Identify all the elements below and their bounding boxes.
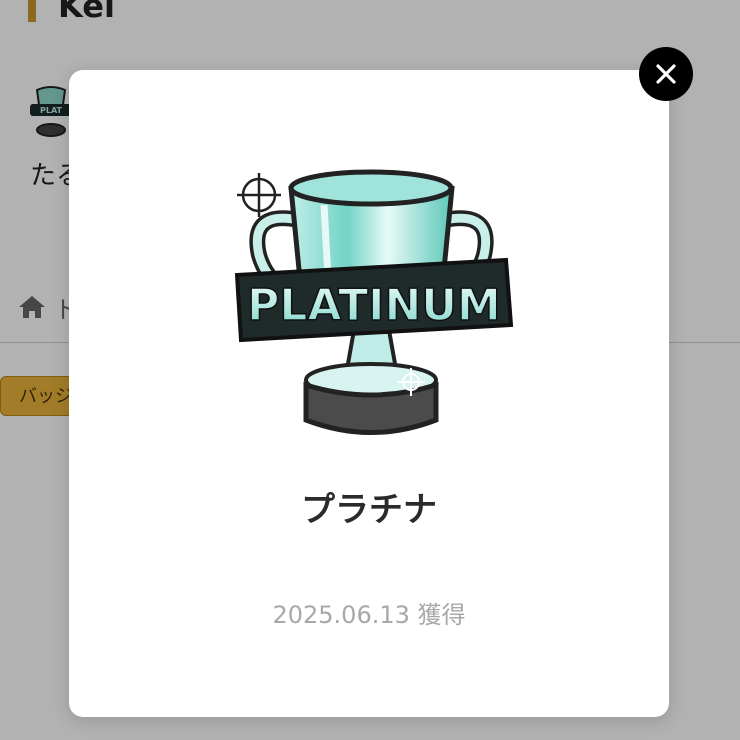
trophy-banner-text: PLATINUM [247, 280, 501, 331]
badge-modal: PLATINUM プラチナ 2025.06.13 獲得 [69, 70, 669, 717]
close-button[interactable] [639, 47, 693, 101]
close-icon [656, 64, 676, 84]
acquired-date: 2025.06.13 獲得 [272, 601, 466, 629]
platinum-trophy-icon: PLATINUM [234, 169, 514, 435]
badge-name: プラチナ [301, 490, 437, 530]
